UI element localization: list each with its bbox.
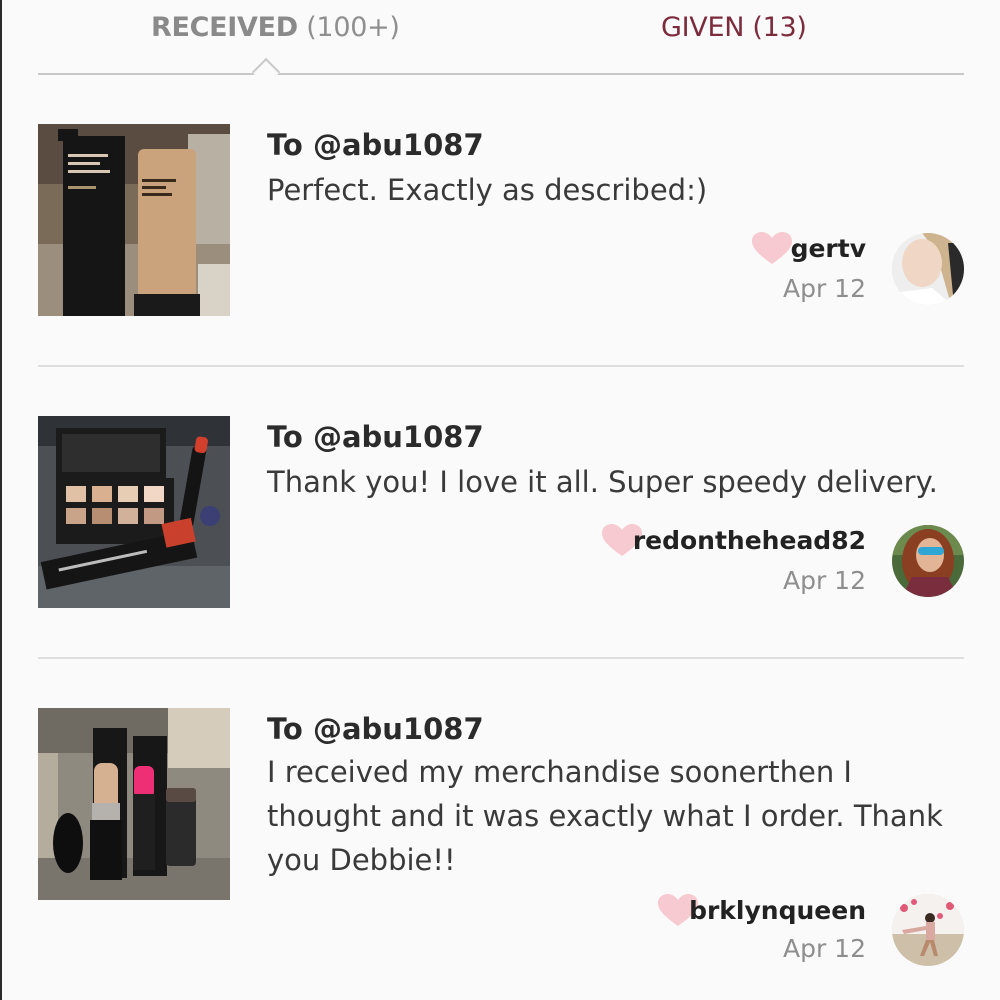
review-date: Apr 12 xyxy=(782,934,866,963)
reviewer-username[interactable]: brklynqueen xyxy=(689,896,866,925)
tab-received[interactable]: RECEIVED (100+) xyxy=(151,12,400,43)
feedback-tabs: RECEIVED (100+) GIVEN (13) xyxy=(38,0,964,87)
review-comment: I received my merchandise soonerthen I t… xyxy=(267,755,943,877)
review-item: To @abu1087 Perfect. Exactly as describe… xyxy=(38,124,964,354)
review-comment: Thank you! I love it all. Super speedy d… xyxy=(267,465,938,499)
row-divider xyxy=(38,365,964,367)
lipsticks-photo[interactable] xyxy=(38,708,230,900)
reviewer-username[interactable]: redonthehead82 xyxy=(633,526,866,555)
active-tab-indicator xyxy=(251,57,281,87)
review-recipient[interactable]: To @abu1087 xyxy=(267,420,484,454)
review-recipient[interactable]: To @abu1087 xyxy=(267,712,484,746)
avatar-redhead[interactable] xyxy=(892,525,964,597)
window-edge xyxy=(0,0,2,1000)
review-comment: Perfect. Exactly as described:) xyxy=(267,173,708,207)
review-date: Apr 12 xyxy=(782,274,866,303)
tab-received-label: RECEIVED xyxy=(151,12,298,43)
avatar-blonde[interactable] xyxy=(892,233,964,305)
tab-received-count: (100+) xyxy=(306,12,400,43)
row-divider xyxy=(38,657,964,659)
review-recipient[interactable]: To @abu1087 xyxy=(267,128,484,162)
avatar-beach[interactable] xyxy=(892,894,964,966)
review-date: Apr 12 xyxy=(782,566,866,595)
heart-icon[interactable] xyxy=(752,232,792,266)
tab-given[interactable]: GIVEN (13) xyxy=(661,12,807,43)
reviewer-username[interactable]: gertv xyxy=(791,234,866,263)
review-item: To @abu1087 I received my merchandise so… xyxy=(38,708,964,988)
palette-lip-pencil-photo[interactable] xyxy=(38,416,230,608)
tab-underline xyxy=(38,73,964,75)
review-item: To @abu1087 Thank you! I love it all. Su… xyxy=(38,416,964,646)
tinted-moisturizer-photo[interactable] xyxy=(38,124,230,316)
